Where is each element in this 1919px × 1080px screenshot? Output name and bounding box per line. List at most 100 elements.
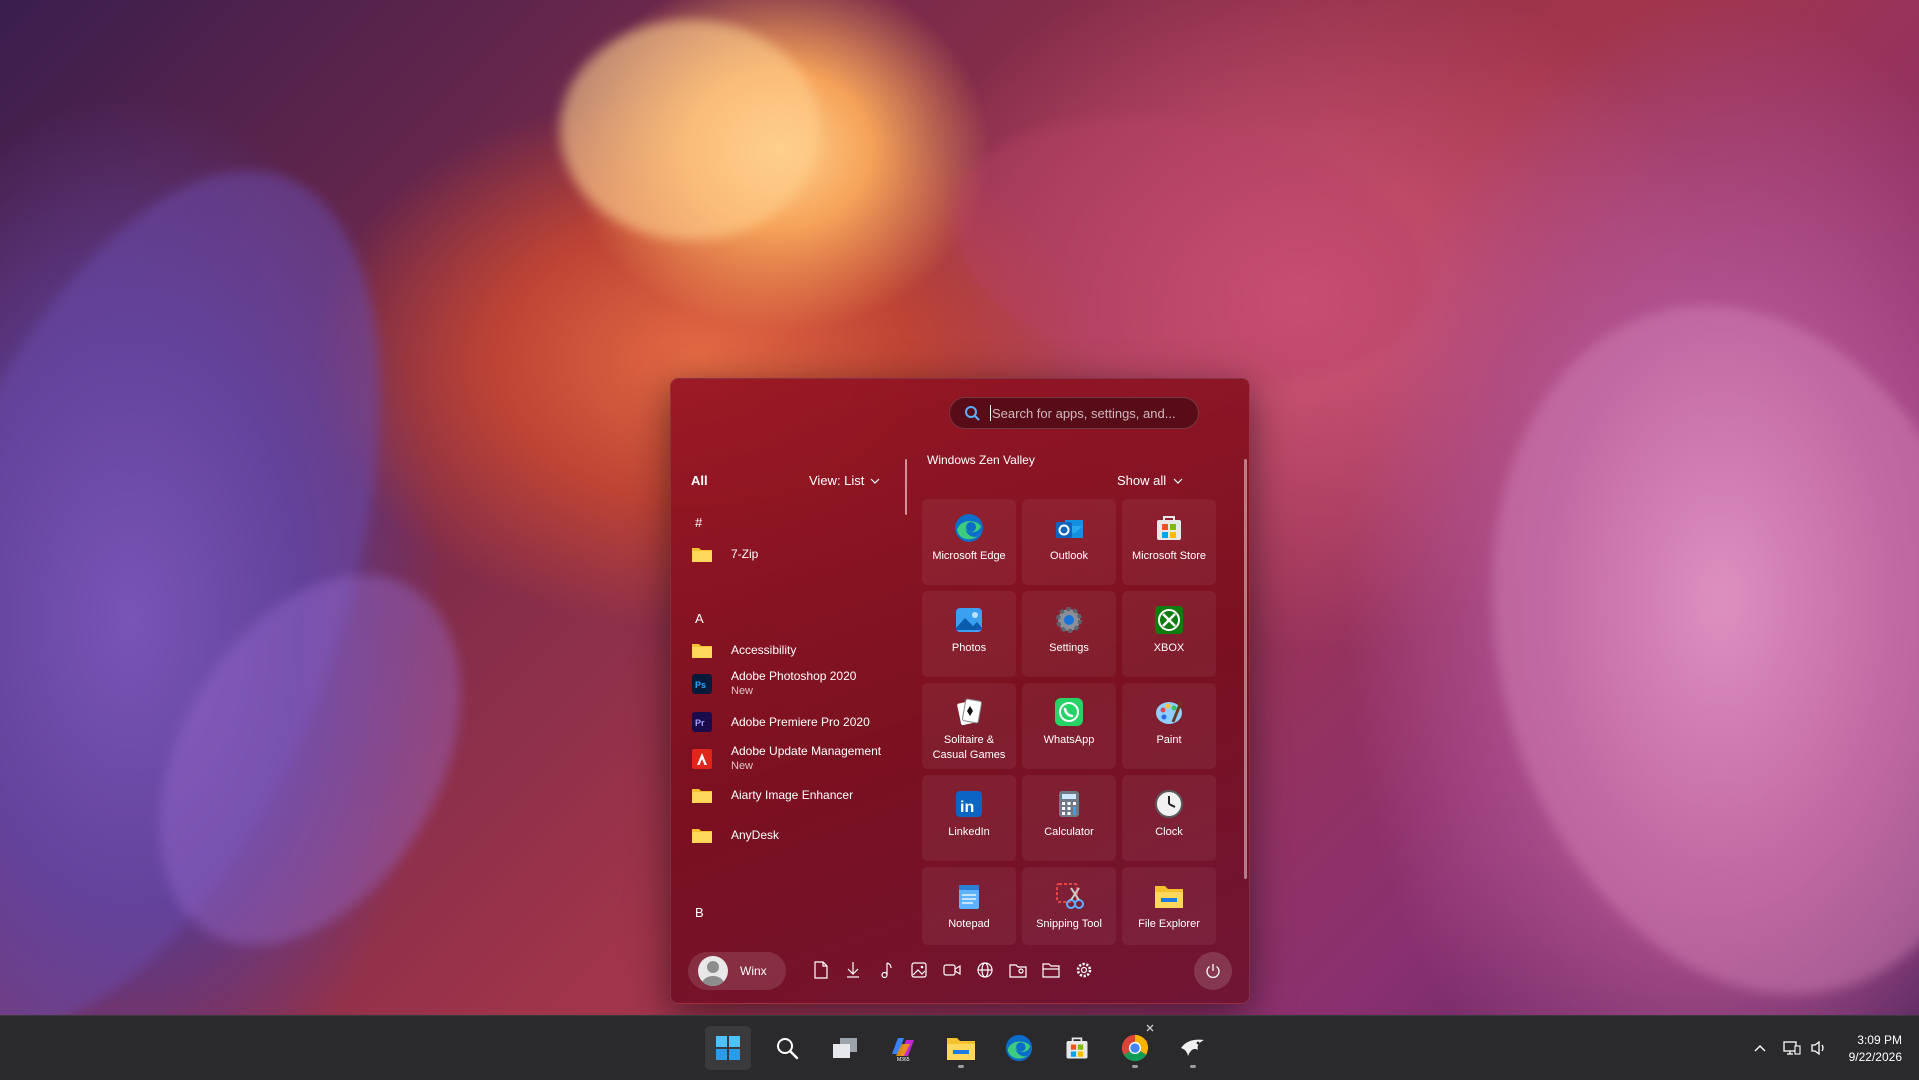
tile-clock[interactable]: Clock	[1122, 775, 1216, 861]
snipping-tool-icon	[1052, 879, 1086, 913]
store-icon	[1152, 511, 1186, 545]
premiere-icon: Pr	[691, 711, 713, 733]
list-item-photoshop[interactable]: Ps Adobe Photoshop 2020 New	[691, 666, 907, 702]
running-indicator	[958, 1065, 964, 1068]
avatar	[698, 956, 728, 986]
tile-label: File Explorer	[1138, 918, 1200, 930]
tile-label: WhatsApp	[1043, 734, 1095, 746]
power-button[interactable]	[1194, 952, 1232, 990]
all-apps-list: All View: List # 7-Zip A Accessibility P…	[671, 379, 909, 949]
volume-button[interactable]	[1809, 1038, 1829, 1058]
running-indicator	[1190, 1065, 1196, 1068]
edge-icon	[952, 511, 986, 545]
taskbar-search-button[interactable]	[764, 1026, 810, 1070]
all-apps-heading: All	[691, 473, 708, 488]
tile-label: XBOX	[1153, 642, 1185, 654]
user-account-button[interactable]: Winx	[688, 952, 786, 990]
downloads-icon[interactable]	[841, 958, 865, 982]
start-search-box[interactable]: Search for apps, settings, and...	[949, 397, 1199, 429]
list-item-anydesk[interactable]: AnyDesk	[691, 817, 907, 853]
tile-microsoft-store[interactable]: Microsoft Store	[1122, 499, 1216, 585]
edge-icon	[1005, 1034, 1033, 1062]
folder-icon	[691, 543, 713, 565]
chevron-down-icon	[870, 478, 880, 484]
taskbar-app[interactable]	[1170, 1026, 1216, 1070]
network-status[interactable]	[1782, 1038, 1802, 1058]
list-divider	[905, 459, 907, 515]
calculator-icon	[1052, 787, 1086, 821]
letter-header-b[interactable]: B	[695, 905, 704, 920]
taskbar-microsoft-store[interactable]	[1054, 1026, 1100, 1070]
taskbar-file-explorer[interactable]	[938, 1026, 984, 1070]
start-button[interactable]	[705, 1026, 751, 1070]
settings-icon[interactable]	[1072, 958, 1096, 982]
solitaire-icon	[952, 695, 986, 729]
pictures-icon[interactable]	[907, 958, 931, 982]
list-item-adobe-update[interactable]: Adobe Update Management New	[691, 741, 907, 777]
personal-folder-icon[interactable]	[1006, 958, 1030, 982]
pinned-scrollbar[interactable]	[1244, 459, 1247, 879]
list-item-label: Adobe Update Management	[731, 744, 882, 758]
documents-icon[interactable]	[809, 958, 833, 982]
list-item-premiere[interactable]: Pr Adobe Premiere Pro 2020	[691, 704, 907, 740]
tile-calculator[interactable]: Calculator	[1022, 775, 1116, 861]
outlook-icon	[1052, 511, 1086, 545]
pinned-group-title: Windows Zen Valley	[927, 453, 1035, 467]
tile-linkedin[interactable]: in LinkedIn	[922, 775, 1016, 861]
view-mode-button[interactable]: View: List	[809, 473, 880, 488]
tile-paint[interactable]: Paint	[1122, 683, 1216, 769]
tile-photos[interactable]: Photos	[922, 591, 1016, 677]
task-view-button[interactable]	[822, 1026, 868, 1070]
close-icon	[1146, 1024, 1154, 1032]
tile-notepad[interactable]: Notepad	[922, 867, 1016, 945]
show-all-button[interactable]: Show all	[1117, 473, 1183, 488]
list-item-aiarty[interactable]: Aiarty Image Enhancer	[691, 777, 907, 813]
system-clock[interactable]: 3:09 PM 9/22/2026	[1830, 1032, 1902, 1066]
letter-header-hash[interactable]: #	[695, 515, 702, 530]
chevron-up-icon	[1754, 1045, 1766, 1052]
taskbar-edge[interactable]	[996, 1026, 1042, 1070]
running-indicator	[1132, 1065, 1138, 1068]
search-input[interactable]: Search for apps, settings, and...	[992, 406, 1176, 421]
task-view-icon	[833, 1038, 857, 1058]
network-icon[interactable]	[973, 958, 997, 982]
tile-label: Paint	[1156, 734, 1182, 746]
tile-settings[interactable]: Settings	[1022, 591, 1116, 677]
tile-file-explorer[interactable]: File Explorer	[1122, 867, 1216, 945]
notepad-icon	[952, 879, 986, 913]
settings-icon	[1052, 603, 1086, 637]
clock-date: 9/22/2026	[1848, 1050, 1902, 1064]
tile-label: Settings	[1049, 642, 1089, 654]
taskbar-m365-copilot[interactable]: M365	[880, 1026, 926, 1070]
show-hidden-icons-button[interactable]	[1750, 1038, 1770, 1058]
tile-microsoft-edge[interactable]: Microsoft Edge	[922, 499, 1016, 585]
tile-label: Snipping Tool	[1036, 918, 1102, 930]
tile-solitaire[interactable]: Solitaire & Casual Games	[922, 683, 1016, 769]
power-icon	[1206, 964, 1220, 978]
photos-icon	[952, 603, 986, 637]
clock-icon	[1152, 787, 1186, 821]
tile-xbox[interactable]: XBOX	[1122, 591, 1216, 677]
tile-label: Calculator	[1044, 826, 1094, 838]
start-icon	[716, 1036, 740, 1060]
tile-snipping-tool[interactable]: Snipping Tool	[1022, 867, 1116, 945]
list-item-7zip[interactable]: 7-Zip	[691, 536, 907, 572]
file-explorer-icon[interactable]	[1039, 958, 1063, 982]
chevron-down-icon	[1173, 478, 1183, 484]
tile-label: Outlook	[1050, 550, 1088, 562]
taskbar-chrome[interactable]	[1112, 1024, 1158, 1070]
view-mode-label: View: List	[809, 473, 865, 488]
music-icon[interactable]	[874, 958, 898, 982]
videos-icon[interactable]	[940, 958, 964, 982]
list-item-accessibility[interactable]: Accessibility	[691, 632, 907, 668]
tile-outlook[interactable]: Outlook	[1022, 499, 1116, 585]
list-item-label: Adobe Photoshop 2020	[731, 669, 857, 683]
tile-label: Photos	[951, 642, 987, 654]
file-explorer-icon	[1152, 879, 1186, 913]
letter-header-a[interactable]: A	[695, 611, 704, 626]
m365-copilot-icon: M365	[892, 1038, 914, 1062]
tile-label: Microsoft Edge	[932, 550, 1006, 562]
xbox-icon	[1152, 603, 1186, 637]
tile-whatsapp[interactable]: WhatsApp	[1022, 683, 1116, 769]
whatsapp-icon	[1052, 695, 1086, 729]
